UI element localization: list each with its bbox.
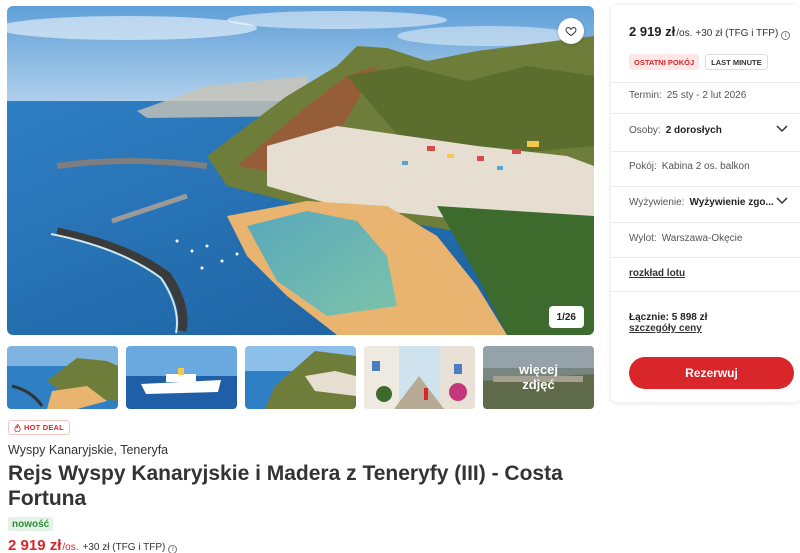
room-label: Pokój: (629, 160, 657, 172)
divider (611, 222, 800, 223)
booking-panel: 2 919 zł /os. +30 zł (TFG i TFP) i OSTAT… (611, 5, 800, 402)
new-badge: nowość (8, 517, 54, 531)
persons-label: Osoby: (629, 124, 661, 136)
thumbnail-image (364, 346, 475, 409)
booking-badges: OSTATNI POKÓJ LAST MINUTE (629, 54, 768, 70)
divider (611, 257, 800, 258)
booking-price-row: 2 919 zł /os. +30 zł (TFG i TFP) i (629, 24, 791, 40)
favorite-button[interactable] (558, 18, 584, 44)
book-button[interactable]: Rezerwuj (629, 357, 794, 389)
board-label: Wyżywienie: (629, 196, 685, 208)
last-room-badge: OSTATNI POKÓJ (629, 54, 700, 70)
thumbnail-2[interactable] (126, 346, 237, 409)
divider (611, 151, 800, 152)
thumbnail-3[interactable] (245, 346, 356, 409)
photo-counter: 1/26 (548, 306, 584, 328)
room-row[interactable]: Pokój: Kabina 2 os. balkon (629, 155, 790, 177)
divider (611, 82, 800, 83)
chevron-down-icon (776, 197, 788, 205)
divider (611, 186, 800, 187)
offer-location: Wyspy Kanaryjskie, Teneryfa (8, 443, 169, 457)
thumbnail-image (7, 346, 118, 409)
price-details-link[interactable]: szczegóły ceny (629, 323, 702, 334)
booking-price: 2 919 zł (629, 24, 676, 39)
flame-icon (14, 423, 21, 432)
divider (611, 291, 800, 292)
main-photo[interactable]: 1/26 (7, 6, 594, 335)
info-icon[interactable]: i (781, 31, 791, 40)
thumbnail-strip: więcej zdjęć (7, 346, 594, 409)
info-icon[interactable]: i (168, 545, 178, 553)
room-value: Kabina 2 os. balkon (661, 160, 750, 172)
board-value: Wyżywienie zgo... (689, 196, 774, 208)
board-select[interactable]: Wyżywienie: Wyżywienie zgo... (629, 191, 790, 213)
more-photos-thumbnail[interactable]: więcej zdjęć (483, 346, 594, 409)
persons-select[interactable]: Osoby: 2 dorosłych (629, 119, 790, 141)
total-price: Łącznie: 5 898 zł (629, 312, 708, 323)
offer-title: Rejs Wyspy Kanaryjskie i Madera z Tenery… (8, 462, 563, 510)
thumbnail-1[interactable] (7, 346, 118, 409)
thumbnail-4[interactable] (364, 346, 475, 409)
departure-row[interactable]: Wylot: Warszawa-Okęcie (629, 227, 790, 249)
thumbnail-image (126, 346, 237, 409)
offer-price: 2 919 zł (8, 537, 62, 553)
divider (611, 113, 800, 114)
chevron-down-icon (776, 125, 788, 133)
offer-price-row: 2 919 zł /os. +30 zł (TFG i TFP) i (8, 537, 178, 553)
main-photo-image (7, 6, 594, 335)
term-label: Termin: (629, 89, 662, 101)
booking-price-fee: +30 zł (TFG i TFP) (695, 28, 779, 39)
departure-value: Warszawa-Okęcie (661, 232, 743, 244)
departure-label: Wylot: (629, 232, 657, 244)
more-photos-label: więcej zdjęć (483, 346, 594, 409)
last-minute-badge: LAST MINUTE (705, 54, 768, 70)
offer-price-fee: +30 zł (TFG i TFP) (82, 542, 166, 553)
heart-icon (565, 26, 577, 37)
term-value: 25 sty - 2 lut 2026 (666, 89, 747, 101)
offer-price-unit: /os. (62, 542, 79, 553)
flight-schedule-link[interactable]: rozkład lotu (629, 268, 685, 279)
persons-value: 2 dorosłych (665, 124, 722, 136)
term-row[interactable]: Termin: 25 sty - 2 lut 2026 (629, 84, 790, 106)
hot-deal-label: HOT DEAL (24, 423, 64, 432)
hot-deal-badge: HOT DEAL (8, 420, 70, 435)
booking-price-unit: /os. (676, 28, 693, 39)
thumbnail-image (245, 346, 356, 409)
